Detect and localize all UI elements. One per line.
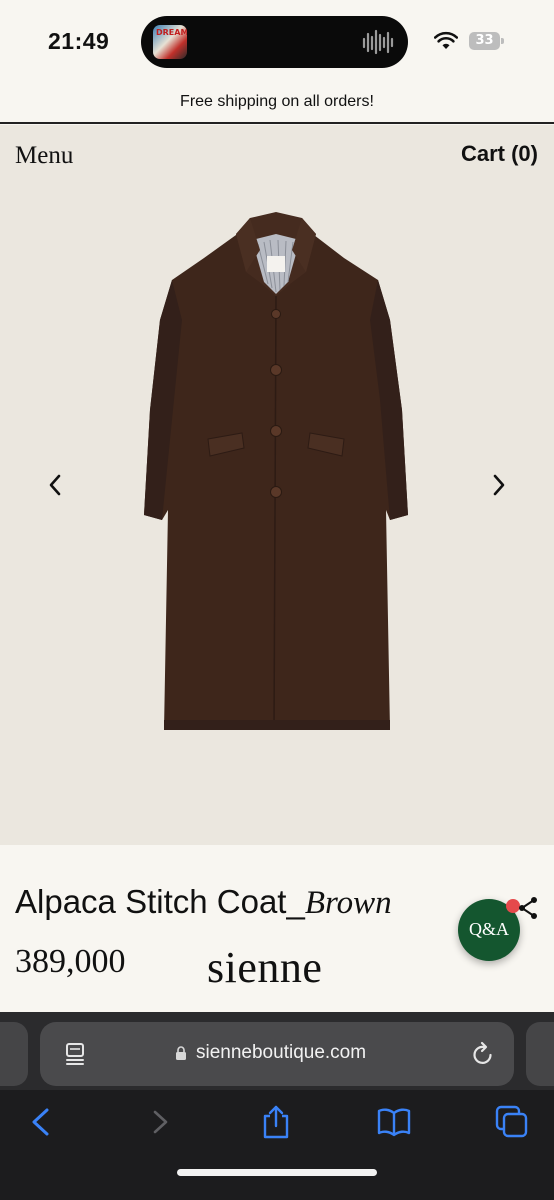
product-title: Alpaca Stitch Coat_Brown <box>15 883 392 922</box>
share-icon[interactable] <box>517 895 539 921</box>
home-indicator[interactable] <box>177 1169 377 1176</box>
menu-link[interactable]: Menu <box>15 142 73 170</box>
previous-tab-preview[interactable] <box>0 1022 28 1086</box>
status-bar: 21:49 DREAM 33 <box>0 0 554 84</box>
browser-chrome: sienneboutique.com <box>0 1012 554 1200</box>
clock: 21:49 <box>48 28 110 54</box>
url-text[interactable]: sienneboutique.com <box>196 1042 366 1064</box>
cart-link[interactable]: Cart (0) <box>461 141 538 167</box>
product-name: Alpaca Stitch Coat_ <box>15 883 305 920</box>
battery-icon: 33 <box>469 31 505 51</box>
product-variant: Brown <box>304 885 392 921</box>
back-icon[interactable] <box>23 1104 59 1140</box>
coat-button <box>271 309 281 319</box>
battery-level: 33 <box>475 33 494 48</box>
browser-toolbar <box>0 1090 554 1200</box>
product-price: 389,000 <box>15 943 126 980</box>
share-icon[interactable] <box>258 1104 294 1140</box>
bookmarks-icon[interactable] <box>376 1104 412 1140</box>
coat-button <box>270 364 282 376</box>
album-art-text: DREAM <box>156 28 187 37</box>
reload-icon[interactable] <box>471 1041 495 1067</box>
brand-logo[interactable]: sienne <box>207 942 322 993</box>
address-bar[interactable]: sienneboutique.com <box>40 1022 514 1086</box>
banner-text: Free shipping on all orders! <box>180 93 374 110</box>
chevron-left-icon[interactable] <box>43 470 67 500</box>
qa-label: Q&A <box>469 919 509 939</box>
product-image <box>144 212 408 731</box>
forward-icon[interactable] <box>143 1104 179 1140</box>
next-tab-preview[interactable] <box>526 1022 554 1086</box>
audio-waveform-icon <box>362 29 394 55</box>
product-gallery[interactable]: Menu Cart (0) <box>0 125 554 845</box>
coat-button <box>270 486 282 498</box>
wifi-icon <box>434 31 458 49</box>
tabs-icon[interactable] <box>494 1104 530 1140</box>
product-info: Alpaca Stitch Coat_Brown 389,000 sienne … <box>0 845 554 1012</box>
coat-button <box>270 425 282 437</box>
lock-icon <box>176 1046 186 1060</box>
shipping-banner: Free shipping on all orders! <box>0 84 554 124</box>
page-menu-icon[interactable] <box>64 1042 86 1066</box>
dynamic-island[interactable]: DREAM <box>141 16 408 68</box>
chevron-right-icon[interactable] <box>487 470 511 500</box>
album-art-icon: DREAM <box>153 25 187 59</box>
